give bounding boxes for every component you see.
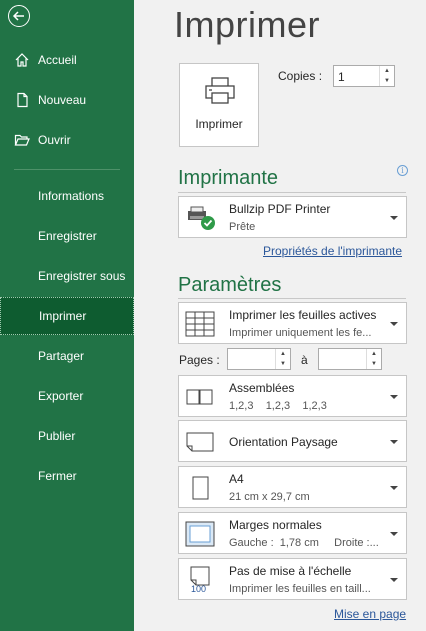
stepper-up-icon[interactable]: ▲ [367,349,381,359]
backstage-sidebar: Accueil Nouveau Ouvrir Informations Enre… [0,0,134,631]
copies-value: 1 [338,70,345,84]
sidebar-item-imprimer[interactable]: Imprimer [0,297,134,335]
chevron-down-icon [390,216,398,220]
printer-name: Bullzip PDF Printer [229,202,331,216]
printer-icon [205,77,235,104]
printer-properties-link[interactable]: Propriétés de l'imprimante [263,244,402,258]
stepper-down-icon[interactable]: ▼ [367,359,381,369]
stepper-down-icon[interactable]: ▼ [380,76,394,86]
print-what-select[interactable]: Imprimer les feuilles actives Imprimer u… [178,302,407,344]
printer-status: Prête [229,221,256,233]
pages-label: Pages : [179,353,220,367]
margins-icon [185,521,215,547]
svg-text:100: 100 [191,584,206,593]
chevron-down-icon [390,322,398,326]
printer-ready-icon [188,206,215,230]
folder-open-icon [14,134,30,146]
sidebar-item-label: Fermer [38,469,77,483]
chevron-down-icon [390,532,398,536]
scaling-select[interactable]: 100 Pas de mise à l'échelle Imprimer les… [178,558,407,600]
paper-size-subtitle: 21 cm x 29,7 cm [229,491,310,503]
scaling-subtitle: Imprimer les feuilles en taill... [229,583,371,595]
sidebar-item-enregistrer[interactable]: Enregistrer [0,217,134,255]
chevron-down-icon [390,486,398,490]
chevron-down-icon [390,395,398,399]
print-button[interactable]: Imprimer [179,63,259,147]
settings-heading: Paramètres [178,274,282,296]
sidebar-item-fermer[interactable]: Fermer [0,457,134,495]
stepper-down-icon[interactable]: ▼ [276,359,290,369]
pages-to-stepper[interactable]: ▲ ▼ [318,348,382,370]
stepper-up-icon[interactable]: ▲ [276,349,290,359]
stepper-up-icon[interactable]: ▲ [380,66,394,76]
sidebar-item-label: Ouvrir [38,133,71,147]
sidebar-item-label: Imprimer [39,309,87,323]
collation-subtitle: 1,2,3 1,2,3 1,2,3 [229,400,327,412]
sidebar-item-label: Partager [38,349,85,363]
sidebar-item-exporter[interactable]: Exporter [0,377,134,415]
page-title: Imprimer [174,4,320,45]
copies-label: Copies : [278,69,323,83]
back-button[interactable] [8,5,30,27]
collation-title: Assemblées [229,381,295,395]
chevron-down-icon [390,440,398,444]
print-what-subtitle: Imprimer uniquement les fe... [229,327,372,339]
paper-size-icon [192,476,209,500]
sidebar-item-label: Enregistrer [38,229,97,243]
chevron-down-icon [390,578,398,582]
paper-size-select[interactable]: A4 21 cm x 29,7 cm [178,466,407,508]
scaling-100-icon: 100 [190,566,210,593]
printer-heading: Imprimante [178,167,279,189]
sheet-grid-icon [185,311,215,337]
scaling-title: Pas de mise à l'échelle [229,564,352,578]
sidebar-item-accueil[interactable]: Accueil [0,41,134,79]
sidebar-item-label: Exporter [38,389,84,403]
margins-subtitle: Gauche : 1,78 cm Droite :... [229,537,379,549]
collated-pages-icon [186,389,213,405]
sidebar-item-label: Publier [38,429,76,443]
printer-select[interactable]: Bullzip PDF Printer Prête [178,196,407,238]
divider [178,298,406,299]
landscape-page-icon [186,432,214,452]
copies-stepper[interactable]: 1 ▲ ▼ [333,65,395,87]
sidebar-item-label: Accueil [38,53,77,67]
home-icon [15,53,29,67]
sidebar-item-ouvrir[interactable]: Ouvrir [0,121,134,159]
paper-size-title: A4 [229,472,244,486]
margins-title: Marges normales [229,518,322,532]
page-setup-link[interactable]: Mise en page [334,607,406,621]
sidebar-item-enregistrer-sous[interactable]: Enregistrer sous [0,257,134,295]
pages-from-stepper[interactable]: ▲ ▼ [227,348,291,370]
pages-to-label: à [301,353,308,367]
print-button-label: Imprimer [195,117,243,131]
sidebar-item-label: Informations [38,189,105,203]
back-arrow-icon [12,11,24,21]
sidebar-item-label: Enregistrer sous [38,269,126,283]
sidebar-item-nouveau[interactable]: Nouveau [0,81,134,119]
sidebar-item-publier[interactable]: Publier [0,417,134,455]
sidebar-item-partager[interactable]: Partager [0,337,134,375]
orientation-select[interactable]: Orientation Paysage [178,420,407,462]
sidebar-divider [14,169,120,170]
info-icon[interactable]: i [397,165,408,176]
orientation-title: Orientation Paysage [229,435,338,449]
print-what-title: Imprimer les feuilles actives [229,308,377,322]
sidebar-item-informations[interactable]: Informations [0,177,134,215]
divider [178,192,406,193]
collation-select[interactable]: Assemblées 1,2,3 1,2,3 1,2,3 [178,375,407,417]
print-panel: Imprimer Imprimer Copies : 1 ▲ ▼ Imprima… [134,0,426,631]
sidebar-item-label: Nouveau [38,93,87,107]
margins-select[interactable]: Marges normales Gauche : 1,78 cm Droite … [178,512,407,554]
new-document-icon [17,92,28,108]
